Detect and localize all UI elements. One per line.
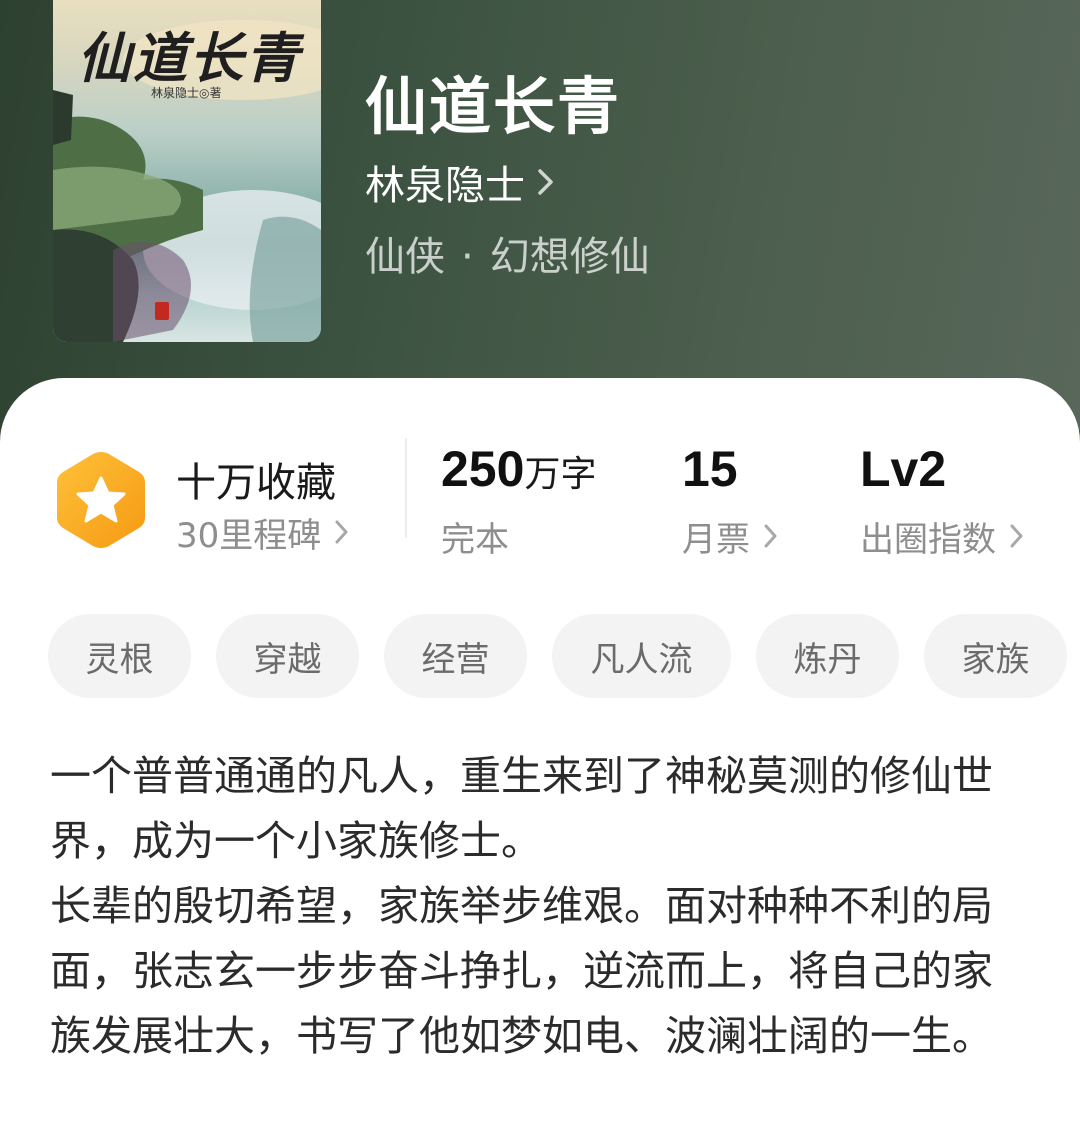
monthly-tickets-value: 15 — [682, 441, 738, 497]
synopsis-paragraph: 一个普普通通的凡人，重生来到了神秘莫测的修仙世界，成为一个小家族修士。 — [50, 752, 993, 865]
collection-label: 十万收藏 — [176, 460, 336, 506]
genre-primary[interactable]: 仙侠 — [365, 234, 445, 280]
cover-author: 林泉隐士◎著 — [151, 86, 222, 100]
author-name: 林泉隐士 — [365, 163, 525, 209]
popularity-index-value: Lv2 — [860, 441, 947, 497]
popularity-index: Lv2 — [860, 440, 946, 498]
genre-separator: · — [461, 234, 474, 280]
tag-chip[interactable]: 经营 — [384, 614, 527, 698]
chevron-right-icon — [1010, 518, 1024, 558]
book-header: 仙道长青 林泉隐士◎著 仙道长青 林泉隐士 仙侠 · 幻想修仙 — [0, 0, 1080, 430]
stats-divider — [405, 438, 407, 538]
tag-chip[interactable]: 穿越 — [216, 614, 359, 698]
chevron-right-icon — [764, 518, 778, 558]
milestone-link[interactable]: 30里程碑 — [176, 508, 349, 557]
chevron-right-icon — [537, 161, 555, 207]
cover-title: 仙道长青 — [77, 26, 301, 90]
book-cover[interactable]: 仙道长青 林泉隐士◎著 — [53, 0, 321, 342]
completion-status-label: 完本 — [441, 520, 509, 560]
genre-row: 仙侠 · 幻想修仙 — [365, 224, 650, 282]
popularity-index-label: 出圈指数 — [860, 520, 996, 560]
tag-chip[interactable]: 家族 — [924, 614, 1067, 698]
milestone-label: 30里程碑 — [176, 516, 322, 556]
word-count-value: 250 — [441, 441, 525, 497]
monthly-tickets: 15 — [682, 440, 738, 498]
monthly-tickets-label: 月票 — [682, 520, 750, 560]
tag-chip[interactable]: 炼丹 — [756, 614, 899, 698]
completion-status: 完本 — [441, 512, 509, 561]
publisher-seal-icon — [155, 302, 169, 320]
tag-list: 灵根 穿越 经营 凡人流 炼丹 家族 — [0, 614, 1080, 700]
word-count: 250万字 — [441, 440, 596, 498]
tag-chip[interactable]: 灵根 — [48, 614, 191, 698]
tag-chip[interactable]: 凡人流 — [552, 614, 731, 698]
synopsis-paragraph: 长辈的殷切希望，家族举步维艰。面对种种不利的局面，张志玄一步步奋斗挣扎，逆流而上… — [50, 882, 993, 1060]
star-hexagon-icon — [53, 448, 149, 552]
monthly-tickets-link[interactable]: 月票 — [682, 512, 778, 561]
author-link[interactable]: 林泉隐士 — [365, 153, 555, 211]
word-count-unit: 万字 — [524, 454, 597, 495]
genre-secondary[interactable]: 幻想修仙 — [490, 234, 650, 280]
popularity-index-link[interactable]: 出圈指数 — [860, 512, 1024, 561]
book-title: 仙道长青 — [365, 70, 622, 143]
book-synopsis[interactable]: 一个普普通通的凡人，重生来到了神秘莫测的修仙世界，成为一个小家族修士。 长辈的殷… — [50, 744, 1010, 1069]
book-info-card: 十万收藏 30里程碑 250万字 完本 15 月票 Lv2 出圈指数 灵根 穿越… — [0, 378, 1080, 1148]
chevron-right-icon — [335, 514, 349, 554]
